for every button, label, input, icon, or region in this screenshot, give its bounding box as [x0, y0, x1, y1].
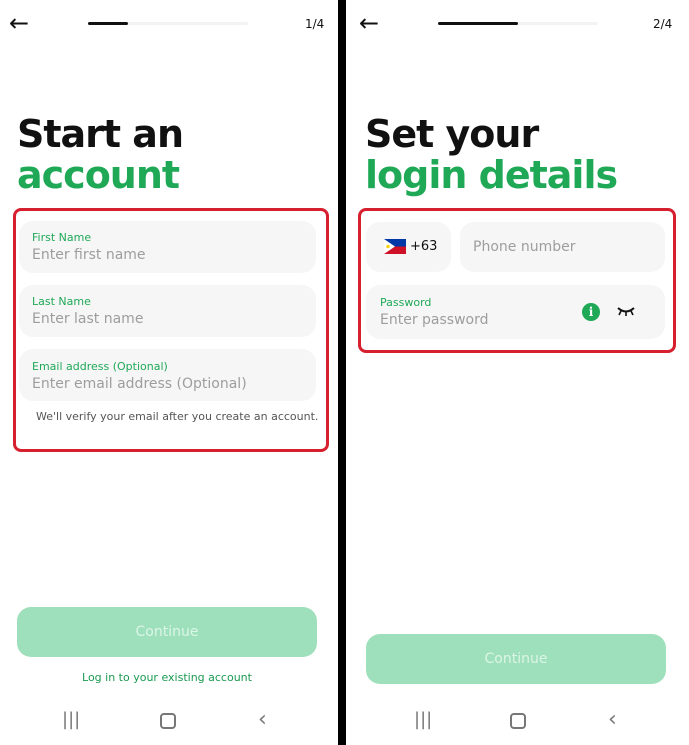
phone-number-field[interactable]: Phone number	[460, 222, 665, 272]
screen-login-details: ← 2/4 Set your login details +63 Phone n…	[346, 0, 689, 745]
title-line-1: Start an	[17, 112, 184, 156]
last-name-field[interactable]: Last Name Enter last name	[19, 285, 316, 337]
email-note: We'll verify your email after you create…	[36, 410, 319, 423]
progress-bar-fill	[438, 22, 518, 25]
title-line-1: Set your	[365, 112, 539, 156]
continue-button[interactable]: Continue	[366, 634, 666, 684]
chevron-left-icon[interactable]: ‹	[258, 708, 267, 732]
progress-bar-fill	[88, 22, 128, 25]
last-name-placeholder: Enter last name	[32, 311, 144, 327]
eye-closed-icon[interactable]	[616, 305, 636, 317]
philippines-flag-icon	[384, 239, 406, 254]
password-placeholder: Enter password	[380, 312, 489, 328]
back-arrow-icon[interactable]: ←	[9, 8, 29, 38]
password-field[interactable]: Password Enter password i	[366, 285, 665, 339]
home-icon[interactable]	[510, 713, 526, 729]
phone-placeholder: Phone number	[473, 239, 576, 255]
last-name-label: Last Name	[32, 295, 91, 308]
chevron-left-icon[interactable]: ‹	[608, 708, 617, 732]
home-icon[interactable]	[160, 713, 176, 729]
login-link[interactable]: Log in to your existing account	[17, 671, 317, 684]
country-code-selector[interactable]: +63	[366, 222, 451, 272]
step-indicator: 2/4	[653, 17, 673, 31]
screen-start-account: ← 1/4 Start an account First Name Enter …	[0, 0, 338, 745]
info-icon[interactable]: i	[582, 303, 600, 321]
step-indicator: 1/4	[305, 17, 325, 31]
email-label: Email address (Optional)	[32, 360, 168, 373]
continue-button[interactable]: Continue	[17, 607, 317, 657]
title-line-2: login details	[365, 153, 618, 197]
first-name-field[interactable]: First Name Enter first name	[19, 221, 316, 273]
first-name-label: First Name	[32, 231, 92, 244]
country-code: +63	[410, 239, 438, 254]
password-label: Password	[380, 296, 432, 309]
email-field[interactable]: Email address (Optional) Enter email add…	[19, 349, 316, 401]
first-name-placeholder: Enter first name	[32, 247, 146, 263]
back-arrow-icon[interactable]: ←	[359, 8, 379, 38]
recents-icon[interactable]: |||	[62, 708, 80, 732]
progress-bar	[88, 22, 248, 25]
recents-icon[interactable]: |||	[414, 708, 432, 732]
email-placeholder: Enter email address (Optional)	[32, 376, 247, 392]
title-line-2: account	[17, 153, 180, 197]
progress-bar	[438, 22, 598, 25]
